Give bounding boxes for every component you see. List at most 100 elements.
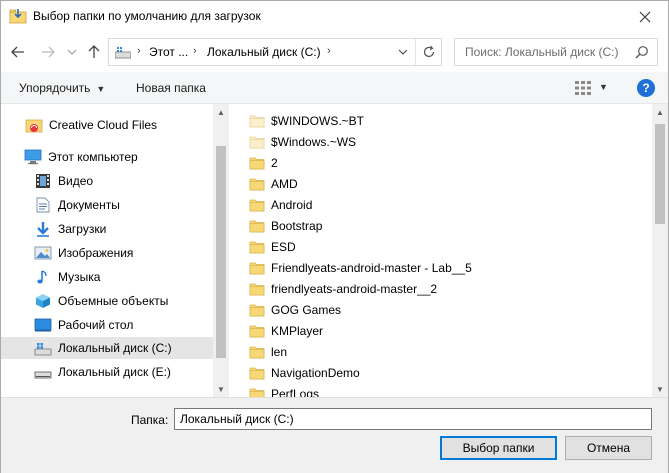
nav-item-video[interactable]: Видео: [1, 170, 213, 192]
address-bar[interactable]: › Этот ... › Локальный диск (C:) ›: [108, 38, 442, 66]
nav-item-label: Локальный диск (C:): [58, 341, 172, 355]
nav-item-3d-objects[interactable]: Объемные объекты: [1, 290, 213, 312]
folder-item[interactable]: ESD: [249, 236, 296, 257]
folder-icon: [249, 367, 265, 379]
nav-item-label: Этот компьютер: [48, 150, 138, 164]
video-icon: [36, 174, 50, 188]
nav-item-label: Объемные объекты: [58, 294, 169, 308]
breadcrumb-this-pc[interactable]: Этот ...: [149, 45, 188, 59]
drive-icon: [115, 47, 131, 59]
folder-picker-dialog: Выбор папки по умолчанию для загрузок › …: [0, 0, 669, 473]
nav-item-downloads[interactable]: Загрузки: [1, 218, 213, 240]
folder-download-icon: [9, 9, 27, 24]
folder-item[interactable]: Bootstrap: [249, 215, 322, 236]
nav-item-pictures[interactable]: Изображения: [1, 242, 213, 264]
arrow-left-icon: [11, 46, 24, 58]
back-button[interactable]: [9, 42, 27, 62]
nav-item-label: Видео: [58, 174, 94, 188]
folder-item[interactable]: AMD: [249, 173, 298, 194]
folder-icon: [249, 346, 265, 358]
nav-item-this-pc[interactable]: Этот компьютер: [1, 146, 213, 168]
new-folder-button[interactable]: Новая папка: [136, 81, 206, 95]
address-history-button[interactable]: [391, 39, 415, 65]
up-button[interactable]: [85, 42, 103, 62]
nav-item-label: Документы: [58, 198, 120, 212]
command-toolbar: Упорядочить ▼ Новая папка ▼ ?: [1, 72, 668, 104]
chevron-down-icon: [399, 49, 407, 55]
folder-item-label: PerfLogs: [271, 386, 320, 398]
folder-icon: [249, 199, 265, 211]
nav-item-label: Рабочий стол: [58, 318, 134, 332]
search-box[interactable]: Поиск: Локальный диск (C:): [454, 38, 658, 66]
folder-icon: [249, 241, 265, 253]
nav-pane-scrollbar[interactable]: ▲ ▼: [213, 104, 229, 397]
computer-icon: [24, 149, 42, 165]
arrow-up-icon: [88, 45, 100, 58]
folder-item[interactable]: KMPlayer: [249, 320, 323, 341]
scroll-down-arrow-icon[interactable]: ▼: [213, 381, 229, 397]
folder-item[interactable]: $Windows.~WS: [249, 131, 356, 152]
nav-item-desktop[interactable]: Рабочий стол: [1, 314, 213, 336]
folder-item-label: KMPlayer: [271, 323, 324, 338]
drive-c-icon: [34, 343, 52, 356]
folder-icon: [249, 115, 265, 127]
scrollbar-thumb[interactable]: [216, 146, 226, 358]
nav-item-label: Creative Cloud Files: [49, 118, 158, 132]
nav-item-music[interactable]: Музыка: [1, 266, 213, 288]
nav-item-drive-e[interactable]: Локальный диск (E:): [1, 361, 213, 383]
window-title: Выбор папки по умолчанию для загрузок: [33, 9, 261, 23]
folder-item[interactable]: 2: [249, 152, 278, 173]
nav-item-documents[interactable]: Документы: [1, 194, 213, 216]
documents-icon: [36, 197, 50, 213]
recent-locations-button[interactable]: [63, 42, 81, 62]
view-caret-down-icon[interactable]: ▼: [599, 82, 608, 92]
help-button[interactable]: ?: [637, 79, 655, 97]
folder-item[interactable]: Android: [249, 194, 312, 215]
downloads-icon: [37, 222, 49, 237]
folder-item-label: ESD: [271, 239, 296, 254]
folder-item-label: Friendlyeats-android-master - Lab__5: [271, 260, 472, 275]
folder-item[interactable]: PerfLogs: [249, 383, 319, 397]
folder-item-label: NavigationDemo: [271, 365, 360, 380]
scroll-up-arrow-icon[interactable]: ▲: [213, 104, 229, 120]
folder-item[interactable]: Friendlyeats-android-master - Lab__5: [249, 257, 472, 278]
folder-item-label: Android: [271, 197, 313, 212]
organize-label: Упорядочить: [19, 81, 91, 95]
breadcrumb-drive-c[interactable]: Локальный диск (C:): [207, 45, 321, 59]
breadcrumb-separator[interactable]: ›: [137, 45, 141, 57]
folder-list-scrollbar[interactable]: ▲ ▼: [652, 104, 668, 397]
folder-item[interactable]: NavigationDemo: [249, 362, 360, 383]
select-folder-button[interactable]: Выбор папки: [440, 436, 557, 460]
arrow-right-icon: [42, 46, 55, 58]
folder-list: $WINDOWS.~BT $Windows.~WS 2 AMD Android Boots…: [229, 104, 652, 397]
nav-item-creative-cloud[interactable]: Creative Cloud Files: [1, 114, 213, 136]
breadcrumb-separator[interactable]: ›: [193, 45, 197, 57]
nav-item-drive-c[interactable]: Локальный диск (C:): [1, 337, 213, 359]
view-options-icon[interactable]: [574, 79, 592, 97]
refresh-button[interactable]: [415, 39, 442, 65]
folder-icon: [249, 325, 265, 337]
scroll-down-arrow-icon[interactable]: ▼: [652, 381, 668, 397]
search-input[interactable]: Поиск: Локальный диск (C:): [465, 45, 618, 59]
breadcrumb-separator[interactable]: ›: [327, 45, 331, 57]
scroll-up-arrow-icon[interactable]: ▲: [652, 104, 668, 120]
forward-button[interactable]: [39, 42, 57, 62]
folder-item[interactable]: GOG Games: [249, 299, 341, 320]
folder-item[interactable]: $WINDOWS.~BT: [249, 110, 364, 131]
close-icon: [639, 11, 651, 22]
folder-icon: [249, 178, 265, 190]
organize-button[interactable]: Упорядочить ▼: [19, 81, 105, 95]
cancel-button[interactable]: Отмена: [565, 436, 652, 460]
folder-item[interactable]: len: [249, 341, 287, 362]
folder-name-input[interactable]: Локальный диск (C:): [174, 408, 652, 430]
folder-icon: [249, 157, 265, 169]
dialog-footer: Папка: Локальный диск (C:) Выбор папки О…: [1, 397, 668, 473]
caret-down-icon: ▼: [96, 84, 106, 94]
scrollbar-thumb[interactable]: [655, 124, 665, 224]
navigation-pane: Creative Cloud Files Этот компьютер Виде…: [1, 104, 229, 397]
folder-item-label: GOG Games: [271, 302, 342, 317]
folder-item-label: $WINDOWS.~BT: [271, 113, 365, 128]
close-button[interactable]: [622, 1, 668, 32]
title-bar: Выбор папки по умолчанию для загрузок: [1, 1, 668, 32]
folder-item[interactable]: friendlyeats-android-master__2: [249, 278, 437, 299]
